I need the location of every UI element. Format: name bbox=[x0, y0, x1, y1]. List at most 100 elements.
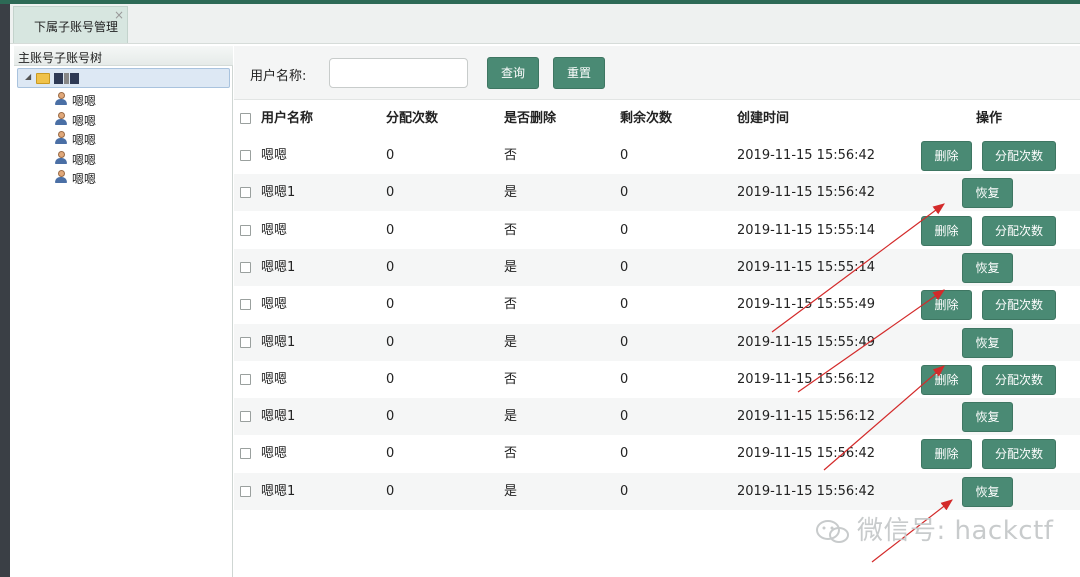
cell-is-deleted: 是 bbox=[504, 259, 518, 275]
restore-button[interactable]: 恢复 bbox=[962, 252, 1013, 283]
tree-child-node[interactable]: 嗯嗯 bbox=[54, 129, 174, 147]
cell-username: 嗯嗯 bbox=[261, 371, 288, 387]
left-edge bbox=[0, 4, 10, 577]
cell-created-time: 2019-11-15 15:55:14 bbox=[737, 222, 876, 238]
cell-created-time: 2019-11-15 15:55:49 bbox=[737, 297, 876, 313]
cell-is-deleted: 是 bbox=[504, 483, 518, 499]
main-panel: 用户名称: 查询 重置 用户名称 分配次数 是否删除 剩余次数 创建时间 操作 … bbox=[234, 46, 1080, 577]
user-icon bbox=[54, 170, 68, 184]
select-all-checkbox[interactable] bbox=[240, 113, 251, 124]
wechat-icon bbox=[816, 519, 849, 543]
cell-username: 嗯嗯1 bbox=[261, 409, 296, 425]
cell-is-deleted: 是 bbox=[504, 334, 518, 350]
cell-remaining-count: 0 bbox=[620, 148, 629, 163]
row-checkbox[interactable] bbox=[240, 373, 251, 385]
cell-username: 嗯嗯1 bbox=[261, 259, 296, 275]
row-checkbox[interactable] bbox=[240, 187, 251, 199]
username-input[interactable] bbox=[329, 58, 468, 88]
cell-alloc-count: 0 bbox=[386, 371, 395, 387]
allocate-count-button[interactable]: 分配次数 bbox=[982, 364, 1056, 395]
wechat-watermark: 微信号: hackctf bbox=[815, 510, 1053, 547]
delete-button[interactable]: 删除 bbox=[921, 439, 972, 470]
allocate-count-button[interactable]: 分配次数 bbox=[982, 439, 1056, 470]
tree-child-label: 嗯嗯 bbox=[72, 133, 97, 147]
delete-button[interactable]: 删除 bbox=[921, 215, 972, 246]
delete-button[interactable]: 删除 bbox=[921, 141, 972, 171]
tree-header: 主账号子账号树 bbox=[14, 46, 233, 66]
cell-remaining-count: 0 bbox=[620, 409, 629, 425]
cell-remaining-count: 0 bbox=[620, 185, 629, 201]
table-row: 嗯嗯 0 否 0 2019-11-15 15:55:49 删除 分配次数 bbox=[234, 286, 1080, 323]
reset-button[interactable]: 重置 bbox=[553, 57, 605, 89]
header-username: 用户名称 bbox=[261, 111, 314, 126]
cell-is-deleted: 否 bbox=[504, 371, 518, 387]
cell-remaining-count: 0 bbox=[620, 297, 629, 313]
expand-arrow-icon[interactable]: ◢ bbox=[25, 72, 31, 81]
row-checkbox[interactable] bbox=[240, 448, 251, 460]
cell-is-deleted: 否 bbox=[504, 222, 518, 238]
table-row: 嗯嗯 0 否 0 2019-11-15 15:56:42 删除 分配次数 bbox=[234, 435, 1080, 472]
row-checkbox[interactable] bbox=[240, 150, 251, 161]
cell-is-deleted: 否 bbox=[504, 446, 518, 462]
table-row: 嗯嗯1 0 是 0 2019-11-15 15:55:49 恢复 bbox=[234, 323, 1080, 361]
cell-created-time: 2019-11-15 15:56:42 bbox=[737, 148, 876, 163]
allocate-count-button[interactable]: 分配次数 bbox=[982, 290, 1056, 321]
row-checkbox[interactable] bbox=[240, 224, 251, 236]
header-is-deleted: 是否删除 bbox=[504, 111, 557, 126]
tree-child-node[interactable]: 嗯嗯 bbox=[54, 149, 174, 167]
root-node-label-redacted bbox=[54, 73, 80, 88]
cell-remaining-count: 0 bbox=[620, 259, 629, 275]
delete-button[interactable]: 删除 bbox=[921, 290, 972, 321]
account-tree-panel: 主账号子账号树 ◢ 嗯嗯 嗯嗯 嗯嗯 嗯嗯 嗯嗯 bbox=[14, 46, 233, 577]
watermark-text: 微信号: hackctf bbox=[857, 516, 1054, 546]
cell-is-deleted: 否 bbox=[504, 297, 518, 313]
row-checkbox[interactable] bbox=[240, 299, 251, 311]
folder-icon bbox=[36, 73, 50, 84]
cell-alloc-count: 0 bbox=[386, 334, 395, 350]
tree-title: 主账号子账号树 bbox=[18, 51, 103, 65]
header-created-time: 创建时间 bbox=[737, 111, 790, 126]
cell-username: 嗯嗯 bbox=[261, 148, 288, 163]
close-icon[interactable]: × bbox=[114, 8, 124, 22]
tab-subaccount-management[interactable]: 下属子账号管理 × bbox=[13, 6, 128, 43]
table-row: 嗯嗯 0 否 0 2019-11-15 15:56:42 删除 分配次数 bbox=[234, 137, 1080, 174]
restore-button[interactable]: 恢复 bbox=[962, 327, 1013, 358]
cell-created-time: 2019-11-15 15:56:42 bbox=[737, 185, 876, 201]
cell-created-time: 2019-11-15 15:56:12 bbox=[737, 371, 876, 387]
user-icon bbox=[54, 92, 68, 106]
cell-alloc-count: 0 bbox=[386, 148, 395, 163]
delete-button[interactable]: 删除 bbox=[921, 364, 972, 395]
row-checkbox[interactable] bbox=[240, 411, 251, 423]
cell-alloc-count: 0 bbox=[386, 483, 395, 499]
tree-child-node[interactable]: 嗯嗯 bbox=[54, 110, 174, 128]
cell-is-deleted: 否 bbox=[504, 148, 518, 163]
header-remaining-count: 剩余次数 bbox=[620, 111, 673, 126]
cell-username: 嗯嗯1 bbox=[261, 185, 296, 201]
header-operations: 操作 bbox=[976, 111, 1003, 126]
cell-alloc-count: 0 bbox=[386, 446, 395, 462]
allocate-count-button[interactable]: 分配次数 bbox=[982, 215, 1056, 246]
cell-alloc-count: 0 bbox=[386, 409, 395, 425]
username-label: 用户名称: bbox=[250, 69, 307, 84]
restore-button[interactable]: 恢复 bbox=[962, 178, 1013, 209]
table-row: 嗯嗯1 0 是 0 2019-11-15 15:56:42 恢复 bbox=[234, 174, 1080, 212]
table-row: 嗯嗯 0 否 0 2019-11-15 15:56:12 删除 分配次数 bbox=[234, 361, 1080, 398]
tab-label: 下属子账号管理 bbox=[34, 20, 119, 34]
table-header-row: 用户名称 分配次数 是否删除 剩余次数 创建时间 操作 bbox=[234, 100, 1080, 137]
tree-child-node[interactable]: 嗯嗯 bbox=[54, 168, 174, 186]
row-checkbox[interactable] bbox=[240, 261, 251, 273]
query-button[interactable]: 查询 bbox=[487, 57, 539, 89]
cell-username: 嗯嗯 bbox=[261, 297, 288, 313]
cell-created-time: 2019-11-15 15:56:42 bbox=[737, 483, 876, 499]
row-checkbox[interactable] bbox=[240, 485, 251, 497]
restore-button[interactable]: 恢复 bbox=[962, 402, 1013, 433]
tree-root-node[interactable]: ◢ bbox=[17, 68, 230, 88]
restore-button[interactable]: 恢复 bbox=[962, 476, 1013, 507]
cell-username: 嗯嗯 bbox=[261, 222, 288, 238]
user-icon bbox=[54, 131, 68, 145]
tree-child-node[interactable]: 嗯嗯 bbox=[54, 90, 174, 108]
row-checkbox[interactable] bbox=[240, 336, 251, 348]
cell-alloc-count: 0 bbox=[386, 185, 395, 201]
allocate-count-button[interactable]: 分配次数 bbox=[982, 141, 1056, 171]
cell-created-time: 2019-11-15 15:55:49 bbox=[737, 334, 876, 350]
